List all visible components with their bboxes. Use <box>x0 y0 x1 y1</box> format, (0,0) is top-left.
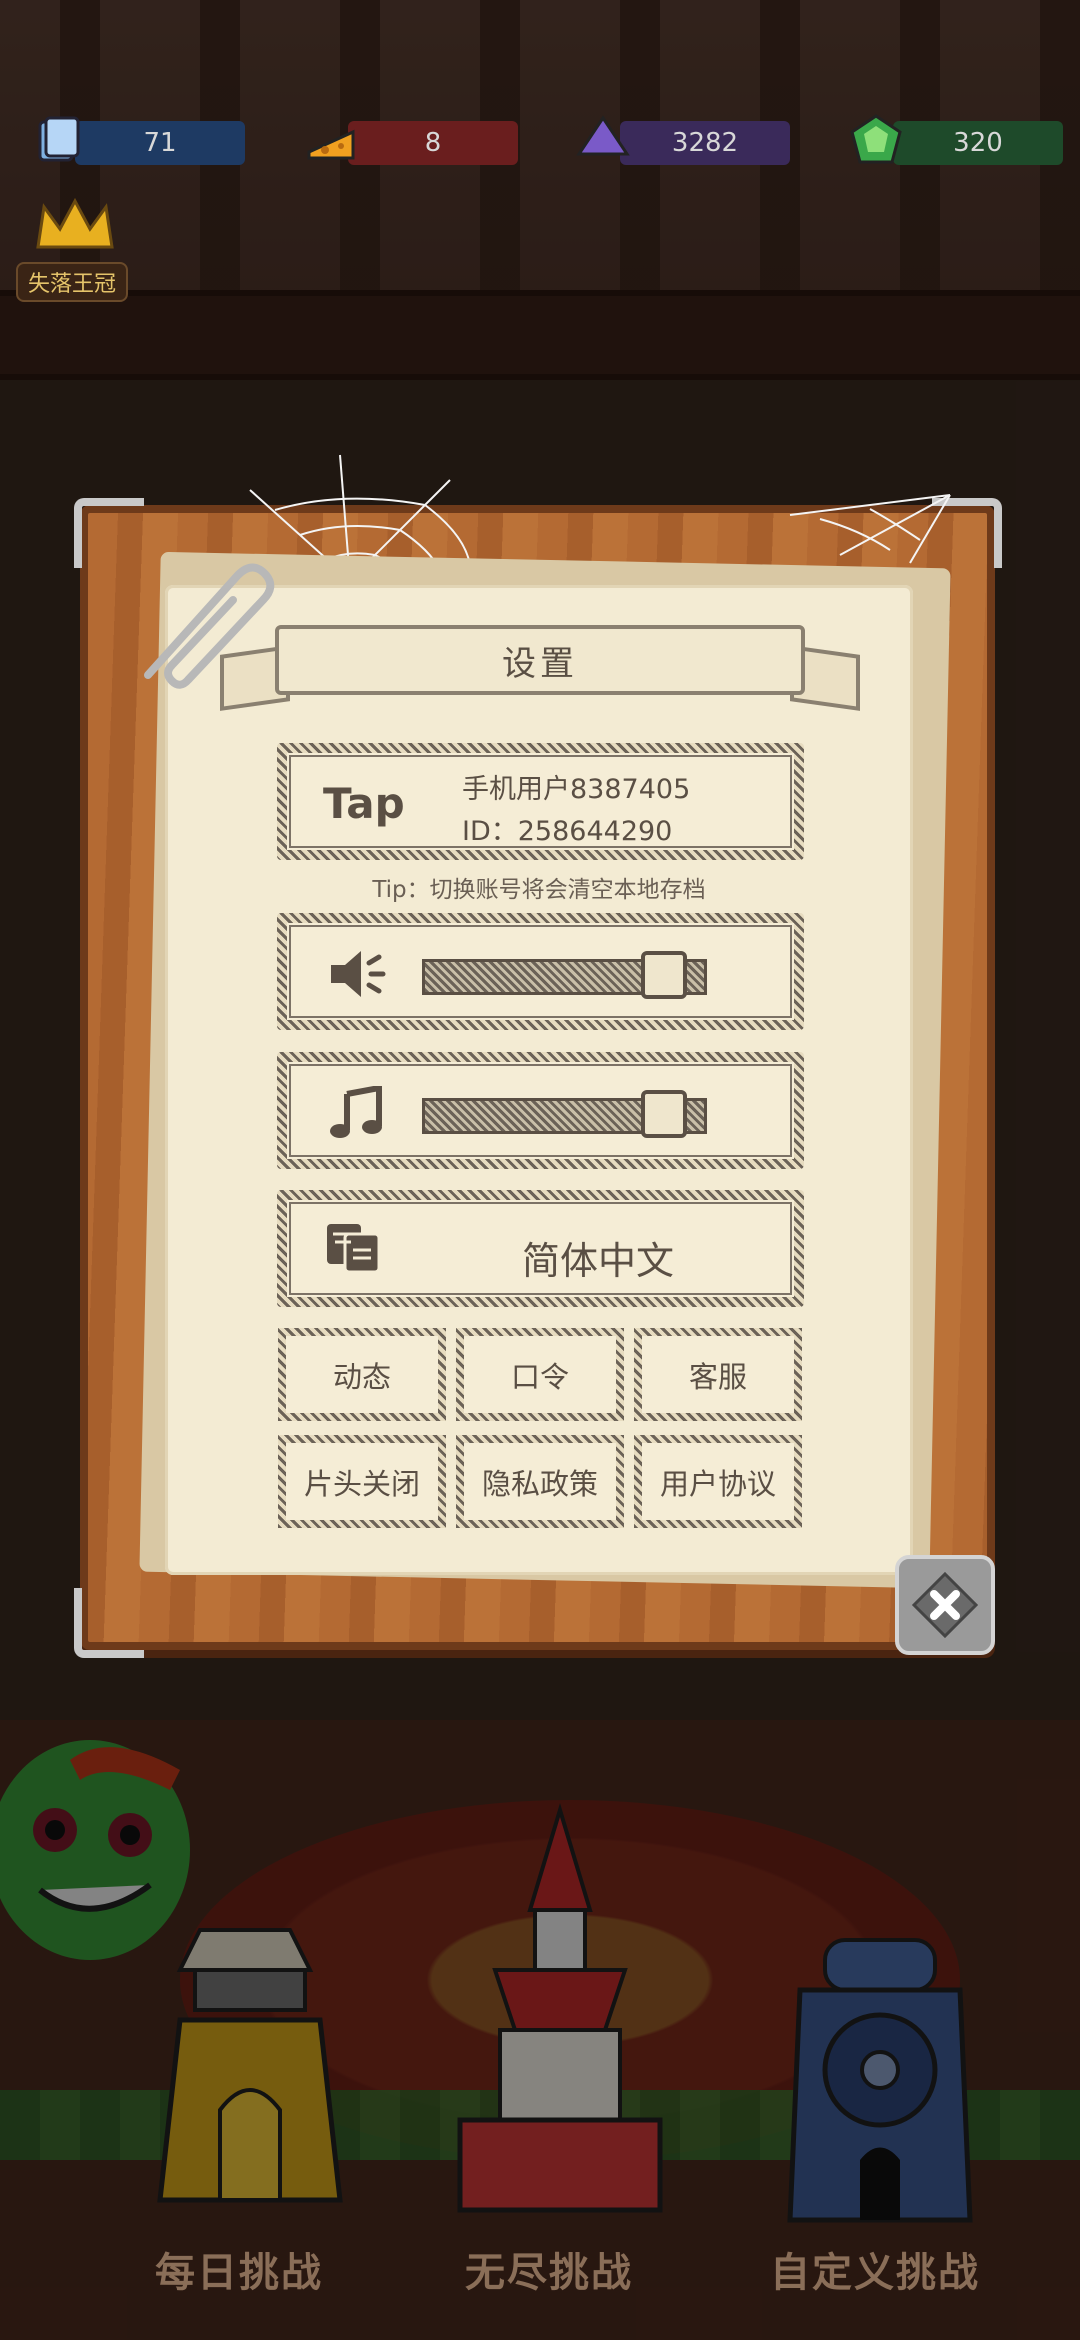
resource-value: 71 <box>143 128 177 158</box>
resource-gem-count: 320 <box>893 121 1063 165</box>
speaker-icon[interactable] <box>327 947 387 1001</box>
crown-label[interactable]: 失落王冠 <box>16 262 129 302</box>
daily-challenge-tab[interactable]: 每日挑战 <box>155 2240 323 2298</box>
endless-challenge-tab[interactable]: 无尽挑战 <box>465 2240 633 2298</box>
gem-icon <box>850 114 902 164</box>
news-button[interactable]: 动态 <box>278 1328 446 1421</box>
account-name: 手机用户8387405 <box>462 774 691 805</box>
button-label: 动态 <box>332 1359 391 1394</box>
language-selector[interactable]: 简体中文 <box>277 1190 804 1307</box>
account-id: ID：258644290 <box>462 816 673 847</box>
redeem-code-button[interactable]: 口令 <box>456 1328 624 1421</box>
customer-service-button[interactable]: 客服 <box>634 1328 802 1421</box>
account-switch-tip: Tip：切换账号将会清空本地存档 <box>372 877 706 903</box>
language-label: 简体中文 <box>521 1239 674 1283</box>
music-row <box>277 1052 804 1169</box>
disable-intro-button[interactable]: 片头关闭 <box>278 1435 446 1528</box>
cobweb-right <box>789 494 951 564</box>
button-label: 隐私政策 <box>481 1466 598 1501</box>
crown-icon[interactable] <box>30 195 120 255</box>
music-handle[interactable] <box>641 1090 688 1138</box>
resource-value: 3282 <box>671 128 739 158</box>
privacy-policy-button[interactable]: 隐私政策 <box>456 1435 624 1528</box>
resource-value: 8 <box>424 128 442 158</box>
resource-value: 320 <box>953 128 1003 158</box>
taptap-logo: Tap <box>323 779 405 828</box>
sound-effects-handle[interactable] <box>641 951 688 999</box>
board-corner-bl <box>74 1588 144 1658</box>
resource-cards-count: 71 <box>75 121 245 165</box>
user-agreement-button[interactable]: 用户协议 <box>634 1435 802 1528</box>
close-icon <box>911 1571 979 1639</box>
translate-icon <box>327 1224 381 1274</box>
resource-crystal-count: 3282 <box>620 121 790 165</box>
crystal-icon <box>576 115 630 156</box>
resource-cheese-count: 8 <box>348 121 518 165</box>
button-label: 口令 <box>510 1359 569 1394</box>
cheese-icon <box>307 129 355 160</box>
card-icon <box>38 116 80 162</box>
button-label: 客服 <box>688 1359 747 1394</box>
button-label: 用户协议 <box>659 1466 776 1501</box>
custom-challenge-tab[interactable]: 自定义挑战 <box>770 2240 980 2298</box>
account-panel[interactable]: Tap 手机用户8387405 ID：258644290 <box>277 743 804 860</box>
sound-effects-row <box>277 913 804 1030</box>
settings-title: 设置 <box>502 643 578 684</box>
close-button[interactable] <box>895 1555 995 1655</box>
music-note-icon[interactable] <box>327 1086 387 1140</box>
settings-title-banner: 设置 <box>275 625 805 695</box>
button-label: 片头关闭 <box>303 1466 420 1501</box>
